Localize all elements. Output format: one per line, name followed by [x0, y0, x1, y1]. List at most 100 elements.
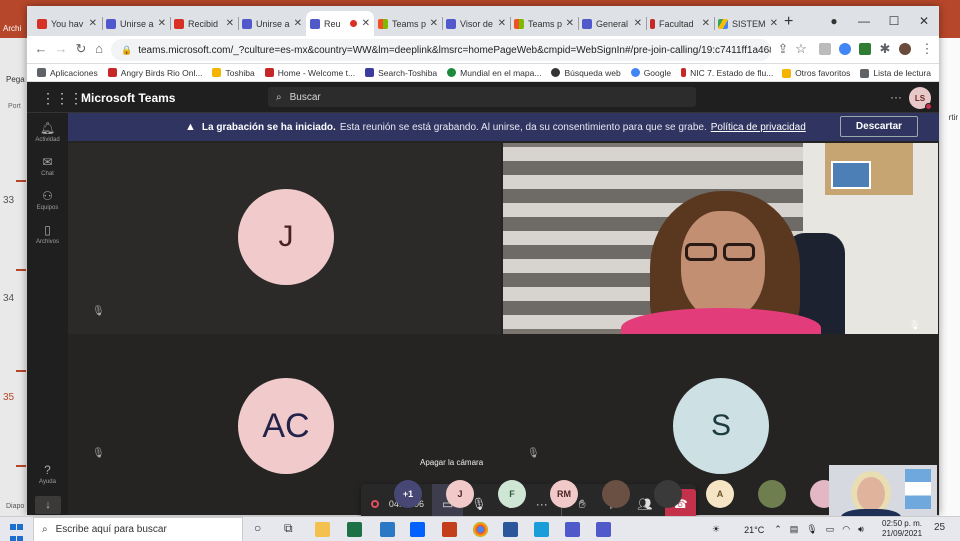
weather-icon[interactable]: ☀: [712, 524, 720, 535]
bookmark-item[interactable]: Angry Birds Rio Onl...: [107, 68, 202, 78]
windows-start-icon[interactable]: [10, 522, 24, 541]
bookmark-item[interactable]: NIC 7. Estado de flu...: [681, 68, 773, 78]
bookmark-item[interactable]: Search-Toshiba: [365, 68, 437, 78]
bookmark-reading-list[interactable]: Lista de lectura: [860, 68, 931, 78]
store-icon[interactable]: [534, 522, 549, 537]
extension-icon[interactable]: [839, 43, 851, 55]
browser-tab[interactable]: SISTEM ✕: [714, 11, 782, 36]
rail-item-files[interactable]: ▯ Archivos: [27, 223, 68, 245]
clock[interactable]: 02:50 p. m. 21/09/2021: [882, 519, 922, 539]
browser-tab[interactable]: Teams p ✕: [510, 11, 578, 36]
close-icon[interactable]: ✕: [89, 18, 97, 29]
roster-avatar-photo[interactable]: [654, 480, 682, 508]
close-icon[interactable]: ✕: [634, 18, 642, 29]
bookmark-item[interactable]: Mundial en el mapa...: [447, 68, 541, 78]
browser-tab-active[interactable]: Reu ✕: [306, 11, 374, 36]
browser-tab[interactable]: Visor de ✕: [442, 11, 510, 36]
forward-button[interactable]: →: [53, 41, 69, 57]
bookmark-item[interactable]: Google: [630, 68, 671, 78]
wifi-icon[interactable]: ◠: [842, 524, 850, 535]
rail-item-chat[interactable]: ✉ Chat: [27, 155, 68, 177]
bookmark-item[interactable]: Búsqueda web: [551, 68, 621, 78]
slide-number[interactable]: 34: [3, 293, 14, 304]
close-icon[interactable]: ✕: [158, 18, 166, 29]
extension-icon[interactable]: [819, 43, 831, 55]
teams-icon[interactable]: [565, 522, 580, 537]
battery-icon[interactable]: ▭: [826, 524, 835, 535]
minimize-button[interactable]: —: [849, 6, 879, 36]
participant-tile[interactable]: J 🎙︎: [68, 143, 501, 334]
privacy-policy-link[interactable]: Política de privacidad: [711, 122, 806, 133]
profile-record-icon[interactable]: ●: [819, 6, 849, 36]
share-icon[interactable]: ⇪: [775, 41, 791, 57]
task-view-icon[interactable]: ⧉: [284, 521, 293, 536]
slide-number[interactable]: 33: [3, 195, 14, 206]
more-options-icon[interactable]: ···: [890, 90, 902, 104]
file-explorer-icon[interactable]: [315, 522, 330, 537]
mail-icon[interactable]: [380, 522, 395, 537]
maximize-button[interactable]: ☐: [879, 6, 909, 36]
avatar[interactable]: LS: [909, 87, 932, 110]
bookmark-apps[interactable]: Aplicaciones: [37, 68, 98, 78]
close-window-button[interactable]: ✕: [909, 6, 939, 36]
slide-number-current[interactable]: 35: [3, 392, 14, 403]
self-video-preview[interactable]: [829, 465, 937, 523]
bookmark-star-icon[interactable]: ☆: [793, 41, 809, 57]
dismiss-button[interactable]: Descartar: [840, 116, 918, 137]
network-icon[interactable]: ▤: [790, 524, 799, 535]
participant-video-tile[interactable]: 🎙︎: [503, 143, 938, 334]
browser-tab[interactable]: You hav ✕: [33, 11, 101, 36]
roster-avatar[interactable]: A: [706, 480, 734, 508]
word-icon[interactable]: [503, 522, 518, 537]
roster-avatar[interactable]: J: [446, 480, 474, 508]
browser-tab[interactable]: Teams p ✕: [374, 11, 442, 36]
teams-icon[interactable]: [596, 522, 611, 537]
bookmark-item[interactable]: Toshiba: [212, 68, 255, 78]
chrome-icon[interactable]: [473, 522, 488, 537]
new-tab-button[interactable]: +: [784, 13, 793, 31]
browser-tab[interactable]: Facultad ✕: [646, 11, 714, 36]
notification-count[interactable]: 25: [934, 522, 945, 533]
close-icon[interactable]: ✕: [770, 18, 778, 29]
profile-avatar[interactable]: [899, 43, 911, 55]
browser-tab[interactable]: Recibid ✕: [170, 11, 238, 36]
roster-avatar[interactable]: F: [498, 480, 526, 508]
taskbar-search-input[interactable]: ⌕ Escribe aquí para buscar: [33, 517, 243, 541]
roster-avatar[interactable]: RM: [550, 480, 578, 508]
close-icon[interactable]: ✕: [226, 18, 234, 29]
roster-avatar-photo[interactable]: [602, 480, 630, 508]
browser-tab[interactable]: Unirse a ✕: [102, 11, 170, 36]
weather-temp[interactable]: 21°C: [744, 525, 764, 535]
close-icon[interactable]: ✕: [498, 18, 506, 29]
rail-item-help[interactable]: ? Ayuda: [27, 463, 68, 485]
search-input[interactable]: ⌕ Buscar: [268, 87, 696, 107]
address-bar[interactable]: 🔒 teams.microsoft.com/_?culture=es-mx&co…: [111, 39, 771, 61]
back-button[interactable]: ←: [33, 41, 49, 57]
download-icon[interactable]: ↓: [35, 496, 61, 514]
rail-item-teams[interactable]: ⚇ Equipos: [27, 189, 68, 211]
bookmark-item[interactable]: Home - Welcome t...: [264, 68, 355, 78]
cortana-icon[interactable]: ○: [254, 521, 261, 535]
extension-icon[interactable]: [859, 43, 871, 55]
home-button[interactable]: ⌂: [91, 41, 107, 57]
reload-button[interactable]: ↻: [73, 41, 89, 57]
browser-tab[interactable]: General ✕: [578, 11, 646, 36]
chevron-up-icon[interactable]: ⌃: [774, 524, 782, 535]
close-icon[interactable]: ✕: [294, 18, 302, 29]
rail-item-activity[interactable]: 🔔︎ Actividad: [27, 121, 68, 143]
powerpoint-icon[interactable]: [442, 522, 457, 537]
close-icon[interactable]: ✕: [702, 18, 710, 29]
roster-avatar-photo[interactable]: [758, 480, 786, 508]
excel-icon[interactable]: [347, 522, 362, 537]
volume-icon[interactable]: 🔊︎: [858, 524, 864, 535]
overflow-participants[interactable]: +1: [394, 480, 422, 508]
close-icon[interactable]: ✕: [362, 18, 370, 29]
microphone-icon[interactable]: 🎙︎: [806, 524, 817, 535]
browser-tab[interactable]: Unirse a ✕: [238, 11, 306, 36]
menu-kebab-icon[interactable]: ⋮: [919, 41, 935, 57]
puzzle-icon[interactable]: ✱: [877, 41, 893, 57]
dropbox-icon[interactable]: [410, 522, 425, 537]
bookmark-other[interactable]: Otros favoritos: [782, 68, 850, 78]
close-icon[interactable]: ✕: [430, 18, 438, 29]
app-launcher-icon[interactable]: ⋮⋮⋮: [41, 90, 83, 107]
